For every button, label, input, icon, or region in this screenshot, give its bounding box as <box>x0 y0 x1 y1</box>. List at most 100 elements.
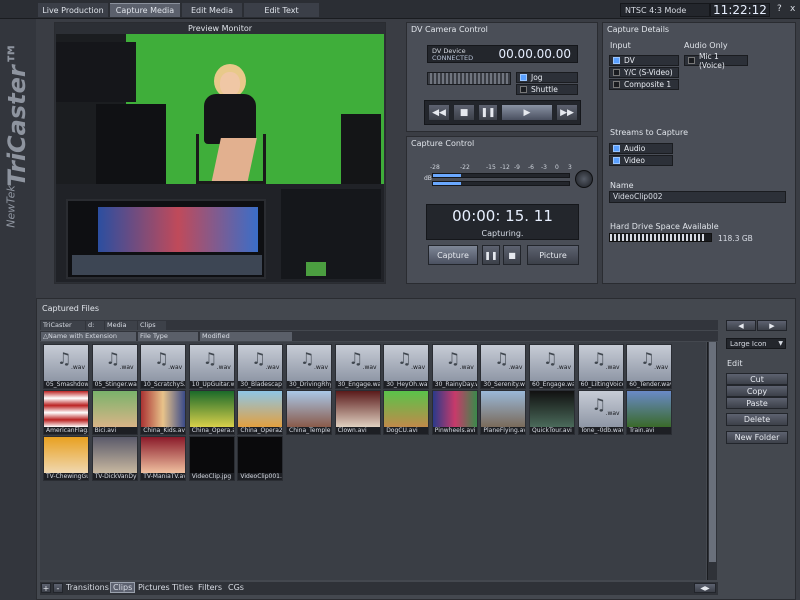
col-name[interactable]: △Name with Extension <box>41 332 136 341</box>
meter-fill-left <box>433 174 461 177</box>
file-tile[interactable]: ♫.wav30_RainyDay.wav <box>431 344 478 389</box>
file-tile[interactable]: ♫.wav10_ScratchyS.wav <box>140 344 187 389</box>
close-button[interactable]: x <box>790 4 795 14</box>
file-tile[interactable]: Pinwheels.avi <box>431 390 478 435</box>
copy-button[interactable]: Copy <box>726 385 788 397</box>
studio-monitor <box>66 199 266 279</box>
file-tile[interactable]: ♫ .wav 05_Stinger.wav <box>91 344 138 389</box>
tab-edit-text[interactable]: Edit Text <box>244 3 319 17</box>
file-tile[interactable]: ♫ .wav 60_Tender.wav <box>626 344 673 389</box>
capture-stop-button[interactable]: ■ <box>503 245 521 265</box>
file-scrollbar[interactable] <box>707 342 717 580</box>
scroll-lr-button[interactable]: ◀▶ <box>694 583 716 593</box>
nav-back-button[interactable]: ◀ <box>726 320 756 331</box>
file-tile[interactable]: DogCU.avi <box>383 390 430 435</box>
file-tile[interactable]: ♫.wav30_Bladescape.wav <box>237 344 284 389</box>
file-name: China_Kids.avi <box>141 427 186 434</box>
file-tile[interactable]: AmericanFlag.avi <box>43 390 89 435</box>
file-tile[interactable]: PlaneFlying.avi <box>480 390 527 435</box>
stop-button[interactable]: ■ <box>453 104 475 121</box>
file-tile[interactable]: ♫ .wav 30_HeyOh.wav <box>383 344 430 389</box>
capture-button[interactable]: Capture <box>428 245 478 265</box>
file-tile[interactable]: ♫.wav10_UpGuitar.wav <box>188 344 235 389</box>
file-name: China_Opera.avi <box>189 427 234 434</box>
tab-filters[interactable]: Filters <box>198 583 222 592</box>
nav-forward-button[interactable]: ▶ <box>757 320 787 331</box>
cut-button[interactable]: Cut <box>726 373 788 385</box>
audio-file-icon: ♫ <box>397 349 412 368</box>
new-folder-button[interactable]: New Folder <box>726 431 788 444</box>
file-tile[interactable]: ♫.wav60_LiltingVoice.wav <box>577 344 624 389</box>
picture-button[interactable]: Picture <box>527 245 579 265</box>
path-tricaster[interactable]: TriCaster <box>41 321 85 330</box>
stream-audio[interactable]: Audio <box>609 143 673 154</box>
file-tile[interactable]: China_Opera2.avi <box>237 390 284 435</box>
fast-forward-button[interactable]: ▶▶ <box>556 104 578 121</box>
col-modified[interactable]: Modified <box>200 332 292 341</box>
tab-clips[interactable]: Clips <box>110 582 136 593</box>
file-tile[interactable]: TV-ManiaTV.avi <box>140 436 187 481</box>
tab-pictures[interactable]: Pictures <box>138 583 170 592</box>
file-tile[interactable]: VideoClip001.avi <box>237 436 284 481</box>
clock: 11:22:12 <box>710 3 770 17</box>
play-button[interactable]: ▶ <box>501 104 553 121</box>
remove-bin-button[interactable]: - <box>53 583 63 593</box>
path-clips[interactable]: Clips <box>138 321 166 330</box>
file-tile[interactable]: TV-ChewingGum.avi <box>43 436 89 481</box>
file-tile[interactable]: Train.avi <box>626 390 673 435</box>
input-dv[interactable]: DV <box>609 55 679 66</box>
stream-audio-label: Audio <box>624 144 646 153</box>
monitor-screen <box>98 207 258 252</box>
jog-wheel[interactable] <box>427 72 511 85</box>
tab-titles[interactable]: Titles <box>172 583 193 592</box>
file-tile[interactable]: China_Opera.avi <box>188 390 235 435</box>
rewind-button[interactable]: ◀◀ <box>428 104 450 121</box>
input-svideo[interactable]: Y/C (S-Video) <box>609 67 679 78</box>
help-button[interactable]: ? <box>777 4 782 14</box>
streams-title: Streams to Capture <box>610 128 689 137</box>
scroll-thumb[interactable] <box>709 342 716 562</box>
paste-button[interactable]: Paste <box>726 397 788 409</box>
file-tile[interactable]: ♫.wav05_Smashdown.wav <box>43 344 89 389</box>
file-tile[interactable]: ♫ .wav Tone_-0db.wav <box>577 390 624 435</box>
tab-live-production[interactable]: Live Production <box>38 3 108 17</box>
meter-tick: -28 <box>430 164 440 171</box>
file-name: 60_Engage.wav <box>530 381 574 388</box>
delete-button[interactable]: Delete <box>726 413 788 426</box>
audio-mic1[interactable]: Mic 1 (Voice) <box>684 52 748 70</box>
path-drive[interactable]: d: <box>86 321 104 330</box>
file-name: 05_Stinger.wav <box>92 381 137 388</box>
file-tile[interactable]: Clown.avi <box>334 390 381 435</box>
file-tile[interactable]: TV-DickVanDyke.avi <box>91 436 138 481</box>
tab-cgs[interactable]: CGs <box>228 583 244 592</box>
file-name: Train.avi <box>627 427 672 434</box>
file-tile[interactable]: ♫.wav60_Engage.wav <box>529 344 575 389</box>
file-name: Bici.avi <box>92 427 137 434</box>
file-tile[interactable]: ♫.wav30_DrivingRhy.wav <box>286 344 332 389</box>
stream-video[interactable]: Video <box>609 155 673 166</box>
capture-pause-button[interactable]: ❚❚ <box>482 245 500 265</box>
file-tile[interactable]: Bici.avi <box>91 390 138 435</box>
audio-file-icon: ♫ <box>640 349 655 368</box>
view-select[interactable]: Large Icon ▼ <box>726 338 786 349</box>
tab-capture-media[interactable]: Capture Media <box>110 3 180 17</box>
file-tile[interactable]: China_Kids.avi <box>140 390 187 435</box>
file-tile[interactable]: China_Temple.avi <box>286 390 332 435</box>
file-tile[interactable]: ♫.wav30_Engage.wav <box>334 344 381 389</box>
audio-gain-knob[interactable] <box>575 170 593 188</box>
file-tile[interactable]: QuickTour.avi <box>529 390 575 435</box>
jog-option[interactable]: Jog <box>516 72 578 83</box>
tab-transitions[interactable]: Transitions <box>66 583 109 592</box>
audio-meter-left <box>432 173 570 178</box>
file-name: 30_HeyOh.wav <box>384 381 429 388</box>
file-tile[interactable]: ♫.wav30_Serenity.wav <box>480 344 527 389</box>
shuttle-option[interactable]: Shuttle <box>516 84 578 95</box>
add-bin-button[interactable]: + <box>41 583 51 593</box>
col-filetype[interactable]: File Type <box>138 332 198 341</box>
file-tile[interactable]: VideoClip.jpg <box>188 436 235 481</box>
input-composite[interactable]: Composite 1 <box>609 79 679 90</box>
tab-edit-media[interactable]: Edit Media <box>182 3 242 17</box>
clip-name-input[interactable]: VideoClip002 <box>609 191 786 203</box>
pause-button[interactable]: ❚❚ <box>478 104 498 121</box>
path-media[interactable]: Media <box>105 321 137 330</box>
